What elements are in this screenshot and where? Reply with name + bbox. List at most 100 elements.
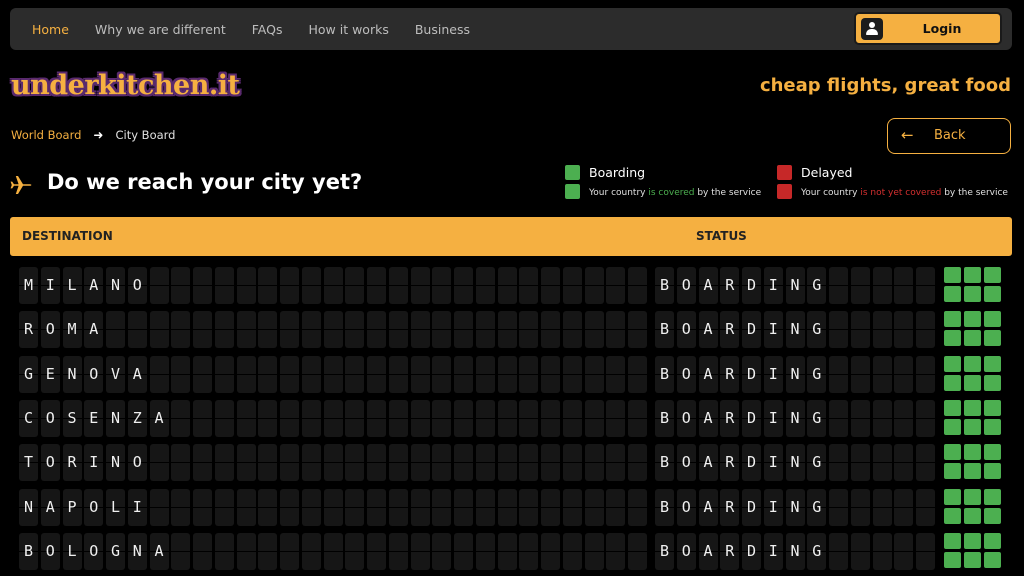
status-light: [984, 399, 1001, 416]
destination-flap: [280, 355, 299, 393]
status-flap: N: [785, 488, 805, 526]
destination-char: N: [132, 541, 142, 560]
destination-flap: [323, 311, 343, 349]
status-flap: G: [807, 532, 827, 570]
status-flap: [850, 444, 870, 482]
status-char: R: [725, 320, 735, 339]
status-char: N: [790, 408, 800, 427]
destination-flap: [236, 267, 256, 304]
status-flap: [829, 311, 848, 349]
destination-flap: [562, 488, 582, 526]
destination-flap: [541, 488, 560, 526]
status-flap: [829, 488, 848, 526]
status-flap: G: [807, 444, 827, 482]
destination-flap: [345, 488, 365, 526]
status-flap: B: [655, 532, 674, 570]
status-indicator: [944, 399, 1002, 437]
status-flap: [850, 355, 870, 393]
destination-flap: O: [40, 532, 60, 570]
destination-flap: [562, 399, 582, 437]
status-flap: N: [785, 355, 805, 393]
destination-flap: [214, 355, 234, 393]
destination-char: N: [23, 497, 34, 516]
destination-flap: [584, 488, 604, 526]
destination-char: G: [23, 364, 34, 383]
destination-char: O: [89, 541, 99, 560]
status-flap: [916, 311, 935, 349]
status-flap: N: [785, 267, 805, 304]
board-row: MILANOBOARDING: [0, 267, 1024, 307]
destination-flap: [236, 311, 256, 349]
status-flap: O: [676, 488, 696, 526]
destination-flap: N: [106, 399, 125, 437]
status-light: [964, 311, 981, 328]
destination-char: O: [132, 276, 142, 294]
status-indicator: [944, 311, 1002, 348]
destination-flap: A: [149, 399, 169, 437]
destination-flap: B: [19, 532, 38, 570]
destination-flap: [301, 311, 321, 349]
status-char: I: [768, 541, 778, 560]
status-light: [944, 399, 961, 416]
destination-flap: N: [127, 532, 147, 570]
destination-flap: [214, 399, 234, 437]
destination-flap: V: [106, 355, 125, 393]
status-char: G: [812, 541, 822, 560]
destination-char: I: [45, 276, 55, 294]
destination-flap: [323, 399, 343, 437]
destination-flap: [280, 267, 299, 304]
destination-flap: [280, 532, 299, 570]
destination-flap: [628, 488, 647, 526]
status-flap: [916, 399, 935, 437]
destination-flap: R: [19, 311, 38, 349]
destination-flap: L: [62, 267, 82, 304]
destination-flap: [388, 355, 408, 393]
status-char: G: [812, 320, 822, 339]
destination-flap: [432, 311, 452, 349]
status-char: B: [659, 320, 670, 339]
status-light: [984, 286, 1001, 302]
status-indicator: [944, 267, 1002, 304]
destination-flap: [171, 355, 191, 393]
status-char: A: [703, 276, 713, 294]
status-char: D: [746, 408, 757, 427]
destination-flap: [171, 444, 191, 482]
board-row: BOLOGNABOARDING: [0, 532, 1024, 573]
destination-char: V: [110, 364, 121, 383]
status-flap: [850, 399, 870, 437]
status-char: B: [659, 276, 670, 294]
destination-char: P: [67, 497, 77, 516]
destination-flap: [432, 532, 452, 570]
destination-flap: [497, 488, 517, 526]
status-flap: A: [698, 399, 718, 437]
status-flap: [872, 488, 892, 526]
status-light: [944, 444, 961, 461]
destination-flap: [497, 444, 517, 482]
status-indicator: [944, 488, 1002, 526]
destination-flap: [497, 311, 517, 349]
destination-flap: [410, 488, 430, 526]
destination-flap: G: [19, 355, 38, 393]
destination-char: A: [154, 408, 164, 427]
status-light: [944, 267, 961, 283]
status-flap: B: [655, 311, 674, 349]
destination-flap: [280, 488, 299, 526]
destination-flap: R: [62, 444, 82, 482]
status-flap: [850, 267, 870, 304]
destination-flap: G: [106, 532, 125, 570]
status-light: [984, 507, 1001, 524]
status-char: G: [812, 364, 822, 383]
destination-char: O: [45, 408, 55, 427]
destination-char: R: [67, 453, 77, 472]
status-char: B: [659, 497, 670, 516]
status-flap: [872, 267, 892, 304]
destination-char: L: [67, 276, 77, 294]
status-char: R: [725, 276, 735, 294]
status-flap: [872, 399, 892, 437]
status-flap: [829, 444, 848, 482]
destination-flap: [475, 488, 495, 526]
destination-flap: [584, 444, 604, 482]
status-light: [984, 267, 1001, 283]
destination-flap: [236, 444, 256, 482]
destination-char: Z: [132, 408, 142, 427]
